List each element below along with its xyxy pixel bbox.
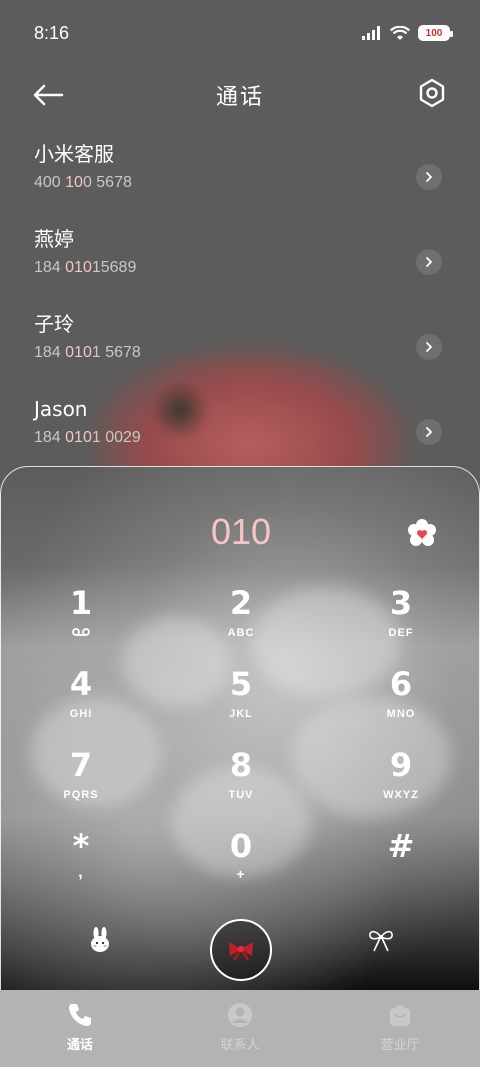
key-digit: 9 — [389, 746, 413, 784]
call-item[interactable]: 子玲 184 0101 5678 — [0, 310, 480, 395]
key-7[interactable]: 7 PQRS — [1, 739, 161, 820]
key-1[interactable]: 1 — [1, 577, 161, 658]
detail-button[interactable] — [416, 249, 442, 275]
key-digit: 7 — [69, 746, 93, 784]
header: 通话 — [0, 66, 480, 124]
status-time: 8:16 — [34, 22, 70, 43]
key-4[interactable]: 4 GHI — [1, 658, 161, 739]
detail-button[interactable] — [416, 334, 442, 360]
status-icons: 100 — [362, 25, 453, 41]
phone-icon — [69, 1004, 91, 1026]
key-letters: JKL — [229, 708, 253, 720]
key-letters: DEF — [388, 627, 414, 639]
key-letters: ABC — [227, 627, 255, 639]
dialpad-sheet: 010 1 2 ABC 3 DEF 4 GHI 5 JKL 6 MNO 7 PQ… — [0, 466, 480, 990]
tab-contacts[interactable]: 联系人 — [160, 990, 320, 1067]
key-3[interactable]: 3 DEF — [321, 577, 479, 658]
key-letters: + — [236, 866, 246, 882]
key-8[interactable]: 8 TUV — [161, 739, 321, 820]
status-bar: 8:16 100 — [0, 0, 480, 66]
back-arrow-icon — [33, 84, 64, 106]
call-item[interactable]: 燕婷 184 01015689 — [0, 225, 480, 310]
dialpad-actions — [1, 919, 479, 981]
bottom-nav: 通话 联系人 营业厅 — [0, 990, 480, 1067]
signal-icon — [362, 26, 380, 40]
keypad: 1 2 ABC 3 DEF 4 GHI 5 JKL 6 MNO 7 PQRS 8… — [1, 577, 479, 901]
key-digit: # — [387, 827, 415, 865]
detail-button[interactable] — [416, 419, 442, 445]
tab-calls[interactable]: 通话 — [0, 990, 160, 1067]
contact-number: 184 0101 0029 — [34, 429, 141, 446]
key-6[interactable]: 6 MNO — [321, 658, 479, 739]
battery-icon: 100 — [418, 25, 453, 41]
voicemail-icon — [72, 628, 90, 636]
recent-calls-list: 小米客服 400 100 5678 燕婷 184 01015689 子玲 184… — [0, 140, 480, 480]
key-letters: TUV — [228, 789, 254, 801]
wifi-icon — [390, 25, 410, 40]
settings-hexagon-icon — [419, 78, 445, 108]
flower-heart-icon — [408, 519, 436, 546]
contact-name: Jason — [34, 397, 88, 421]
key-5[interactable]: 5 JKL — [161, 658, 321, 739]
contact-name: 小米客服 — [34, 142, 114, 166]
key-9[interactable]: 9 WXYZ — [321, 739, 479, 820]
key-digit: 4 — [69, 665, 93, 703]
bunny-icon — [91, 927, 109, 952]
back-button[interactable] — [32, 80, 66, 110]
key-digit: 2 — [229, 584, 253, 622]
key-2[interactable]: 2 ABC — [161, 577, 321, 658]
contact-number: 184 01015689 — [34, 259, 137, 276]
ribbon-icon — [369, 930, 393, 952]
page-title: 通话 — [215, 85, 264, 110]
chevron-right-icon — [426, 172, 433, 182]
key-digit: 8 — [229, 746, 253, 784]
favorite-button[interactable] — [407, 519, 437, 549]
battery-level: 100 — [425, 27, 443, 39]
key-0[interactable]: 0 + — [161, 820, 321, 901]
key-digit: 3 — [389, 584, 413, 622]
contact-icon — [228, 1003, 252, 1027]
key-digit: 5 — [229, 665, 253, 703]
chevron-right-icon — [426, 342, 433, 352]
key-letters: PQRS — [63, 789, 99, 801]
ribbon-button[interactable] — [367, 927, 395, 953]
bow-call-icon — [229, 942, 253, 961]
contact-name: 子玲 — [34, 312, 74, 336]
key-star[interactable]: * , — [1, 820, 161, 901]
call-item[interactable]: 小米客服 400 100 5678 — [0, 140, 480, 225]
key-letters: GHI — [69, 708, 93, 720]
settings-button[interactable] — [418, 78, 448, 110]
key-hash[interactable]: # — [321, 820, 479, 901]
key-digit: 0 — [229, 827, 253, 865]
contact-name: 燕婷 — [34, 227, 74, 251]
key-digit: * — [72, 827, 90, 865]
tab-label: 联系人 — [220, 1038, 260, 1053]
chevron-right-icon — [426, 257, 433, 267]
call-button[interactable] — [210, 919, 272, 981]
contact-number: 184 0101 5678 — [34, 344, 141, 361]
key-letters: , — [78, 864, 84, 881]
chevron-right-icon — [426, 427, 433, 437]
tab-label: 通话 — [66, 1038, 93, 1053]
contact-number: 400 100 5678 — [34, 174, 132, 191]
key-digit: 6 — [389, 665, 413, 703]
bunny-button[interactable] — [87, 927, 113, 953]
tab-label: 营业厅 — [380, 1038, 420, 1053]
detail-button[interactable] — [416, 164, 442, 190]
tab-store[interactable]: 营业厅 — [320, 990, 480, 1067]
key-letters: WXYZ — [383, 789, 419, 801]
key-letters: MNO — [386, 708, 416, 720]
key-digit: 1 — [69, 584, 93, 622]
store-icon — [390, 1005, 410, 1026]
